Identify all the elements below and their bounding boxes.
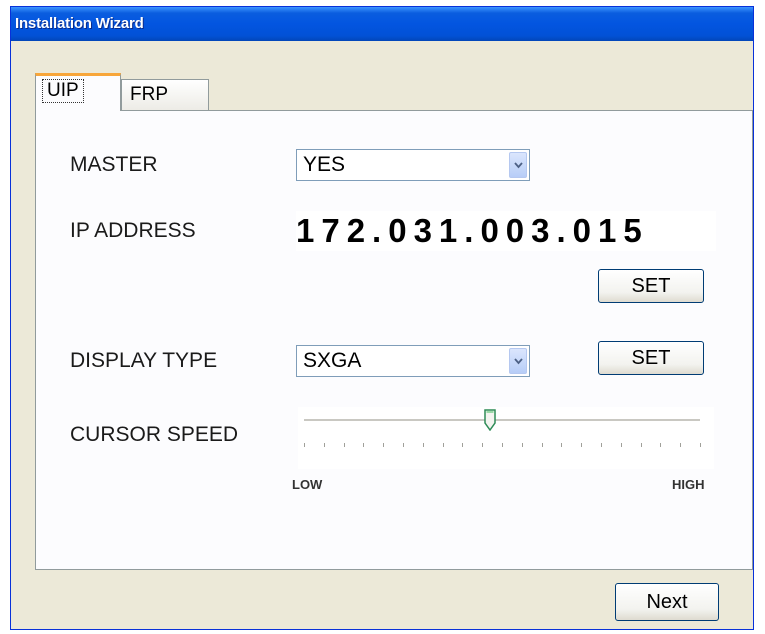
next-button[interactable]: Next bbox=[615, 583, 719, 621]
slider-tick bbox=[422, 443, 424, 447]
slider-high-label: HIGH bbox=[672, 477, 705, 492]
display-type-select-value: SXGA bbox=[303, 349, 362, 372]
slider-tick bbox=[601, 443, 602, 447]
ip-set-button-label: SET bbox=[631, 275, 671, 297]
window-title: Installation Wizard bbox=[15, 15, 144, 32]
slider-low-label: LOW bbox=[292, 477, 323, 492]
master-select-value: YES bbox=[303, 153, 346, 176]
slider-tick bbox=[323, 443, 325, 447]
slider-tick bbox=[343, 443, 345, 447]
slider-tick bbox=[462, 443, 464, 447]
chevron-down-icon bbox=[514, 358, 523, 365]
slider-tick bbox=[442, 443, 444, 447]
slider-tick bbox=[502, 443, 503, 447]
installation-wizard-window: Installation Wizard UIP FRP MASTER YES I… bbox=[10, 6, 754, 630]
slider-tick bbox=[521, 443, 523, 447]
slider-tick bbox=[383, 443, 385, 447]
display-set-button-label: SET bbox=[631, 347, 671, 369]
title-bar: Installation Wizard bbox=[11, 7, 753, 41]
slider-tick bbox=[640, 443, 642, 447]
slider-tick bbox=[304, 443, 305, 447]
ip-set-button[interactable]: SET bbox=[598, 269, 704, 303]
chevron-down-icon bbox=[514, 162, 523, 169]
slider-tick bbox=[660, 443, 662, 447]
tab-frp-label: FRP bbox=[130, 84, 168, 105]
master-select[interactable]: YES bbox=[296, 149, 530, 181]
slider-tick bbox=[581, 443, 583, 447]
display-type-label: DISPLAY TYPE bbox=[70, 349, 218, 372]
slider-tick bbox=[700, 443, 701, 447]
master-select-dropdown-button[interactable] bbox=[509, 152, 527, 178]
slider-tick bbox=[620, 443, 622, 447]
ip-address-value: 172.031.003.015 bbox=[296, 212, 649, 249]
master-label: MASTER bbox=[70, 153, 158, 176]
slider-tick bbox=[541, 443, 543, 447]
slider-tick bbox=[482, 443, 484, 447]
display-type-select[interactable]: SXGA bbox=[296, 345, 530, 377]
ip-address-display[interactable]: 172.031.003.015 bbox=[296, 211, 716, 251]
tab-uip[interactable]: UIP bbox=[35, 73, 121, 111]
slider-thumb-icon[interactable] bbox=[484, 409, 496, 431]
slider-tick bbox=[403, 443, 404, 447]
slider-tick bbox=[561, 443, 563, 447]
slider-tick bbox=[680, 443, 682, 447]
display-type-dropdown-button[interactable] bbox=[509, 348, 527, 374]
cursor-speed-slider[interactable] bbox=[298, 407, 714, 469]
next-button-label: Next bbox=[646, 591, 688, 613]
tab-uip-label: UIP bbox=[42, 79, 84, 103]
cursor-speed-label: CURSOR SPEED bbox=[70, 423, 239, 446]
uip-tab-panel: MASTER YES IP ADDRESS 172.031.003.015 SE… bbox=[35, 110, 753, 570]
display-set-button[interactable]: SET bbox=[598, 341, 704, 375]
tab-frp[interactable]: FRP bbox=[121, 79, 209, 111]
slider-track[interactable] bbox=[304, 419, 700, 422]
ip-address-label: IP ADDRESS bbox=[70, 219, 196, 242]
slider-tick bbox=[363, 443, 365, 447]
